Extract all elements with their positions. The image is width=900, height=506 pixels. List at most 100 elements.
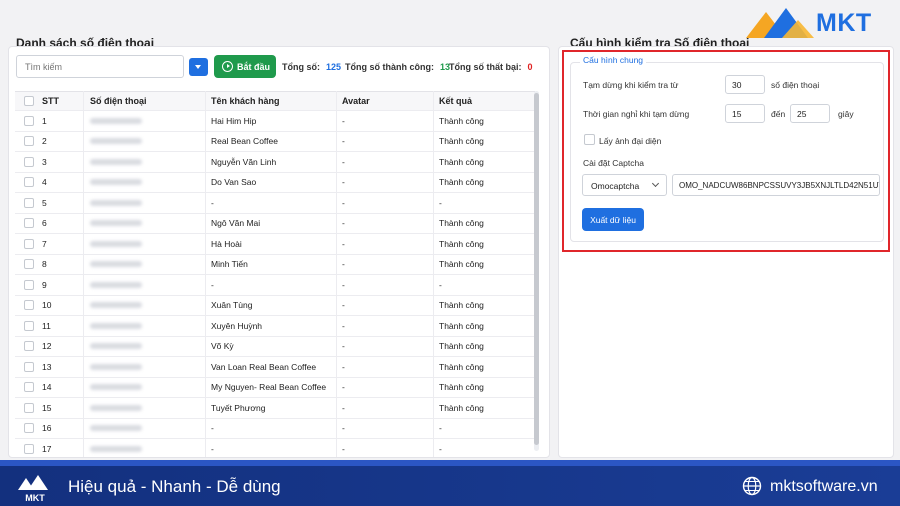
row-result: Thành công [439, 382, 484, 393]
table-row[interactable]: 7 Hà Hoài - Thành công [15, 234, 535, 255]
row-stt: 1 [42, 115, 47, 126]
row-phone-redacted [90, 157, 142, 167]
row-avatar: - [342, 341, 345, 352]
row-stt: 6 [42, 218, 47, 229]
table-row[interactable]: 2 Real Bean Coffee - Thành công [15, 132, 535, 152]
stat-fail: Tổng số thất bại: 0 [449, 62, 533, 72]
row-checkbox[interactable] [24, 259, 34, 270]
stat-total: Tổng số: 125 [282, 62, 342, 72]
row-checkbox[interactable] [24, 320, 34, 331]
footer-website[interactable]: mktsoftware.vn [770, 478, 878, 496]
row-customer: Võ Kỳ [211, 341, 234, 352]
row-customer: Do Van Sao [211, 177, 257, 188]
row-stt: 14 [42, 382, 52, 393]
row-result: Thành công [439, 320, 484, 331]
row-customer: Van Loan Real Bean Coffee [211, 361, 317, 372]
row-avatar: - [342, 300, 345, 311]
row-stt: 9 [42, 279, 47, 290]
table-row[interactable]: 15 Tuyết Phương - Thành công [15, 398, 535, 419]
row-result: Thành công [439, 361, 484, 372]
row-checkbox[interactable] [24, 115, 34, 126]
table-row[interactable]: 4 Do Van Sao - Thành công [15, 173, 535, 193]
table-row[interactable]: 3 Nguyễn Văn Linh - Thành công [15, 152, 535, 173]
row-result: - [439, 197, 442, 208]
row-result: Thành công [439, 177, 484, 188]
row-avatar: - [342, 402, 345, 413]
row-checkbox[interactable] [24, 238, 34, 249]
row-checkbox[interactable] [24, 402, 34, 413]
table-row[interactable]: 13 Van Loan Real Bean Coffee - Thành công [15, 357, 535, 378]
select-all-checkbox[interactable] [24, 96, 34, 106]
search-input[interactable] [16, 55, 184, 78]
row-phone-redacted [90, 341, 142, 351]
row-avatar: - [342, 177, 345, 188]
row-result: Thành công [439, 402, 484, 413]
row-customer: - [211, 197, 214, 208]
table-row[interactable]: 5 - - - [15, 193, 535, 214]
row-phone-redacted [90, 116, 142, 126]
row-phone-redacted [90, 362, 142, 372]
row-checkbox[interactable] [24, 197, 34, 208]
phone-list-panel: Bắt đầu Tổng số:125 Tổng số thành công:1… [8, 46, 550, 458]
column-divider [83, 91, 84, 457]
table-row[interactable]: 14 My Nguyen- Real Bean Coffee - Thành công [15, 378, 535, 398]
table-scrollbar[interactable] [534, 91, 539, 451]
highlight-box [562, 50, 890, 252]
phone-table: STT Số điện thoại Tên khách hàng Avatar … [15, 91, 535, 457]
row-stt: 16 [42, 423, 52, 434]
table-row[interactable]: 10 Xuân Tùng - Thành công [15, 296, 535, 316]
row-result: Thành công [439, 341, 484, 352]
row-customer: My Nguyen- Real Bean Coffee [211, 382, 327, 393]
row-phone-redacted [90, 259, 142, 269]
row-avatar: - [342, 238, 345, 249]
row-customer: Hai Him Hip [211, 115, 257, 126]
row-checkbox[interactable] [24, 136, 34, 147]
table-row[interactable]: 1 Hai Him Hip - Thành công [15, 111, 535, 132]
row-result: - [439, 279, 442, 290]
row-checkbox[interactable] [24, 300, 34, 311]
chevron-down-icon [195, 65, 201, 69]
table-row[interactable]: 6 Ngô Văn Mai - Thành công [15, 214, 535, 234]
row-checkbox[interactable] [24, 341, 34, 352]
row-checkbox[interactable] [24, 423, 34, 434]
row-checkbox[interactable] [24, 443, 34, 454]
table-row[interactable]: 16 - - - [15, 419, 535, 439]
row-result: Thành công [439, 238, 484, 249]
row-stt: 11 [42, 320, 51, 331]
table-row[interactable]: 17 - - - [15, 439, 535, 457]
col-phone: Số điện thoại [90, 96, 147, 106]
filter-dropdown-button[interactable] [189, 58, 208, 76]
table-row[interactable]: 9 - - - [15, 275, 535, 296]
start-button[interactable]: Bắt đầu [214, 55, 276, 78]
row-customer: Nguyễn Văn Linh [211, 156, 277, 167]
row-customer: Hà Hoài [211, 238, 242, 249]
row-avatar: - [342, 382, 345, 393]
row-checkbox[interactable] [24, 177, 34, 188]
row-checkbox[interactable] [24, 218, 34, 229]
table-row[interactable]: 12 Võ Kỳ - Thành công [15, 337, 535, 357]
row-stt: 7 [42, 238, 47, 249]
row-checkbox[interactable] [24, 382, 34, 393]
row-result: Thành công [439, 300, 484, 311]
row-phone-redacted [90, 239, 142, 249]
footer-slogan: Hiệu quả - Nhanh - Dễ dùng [68, 477, 281, 496]
row-avatar: - [342, 279, 345, 290]
row-checkbox[interactable] [24, 361, 34, 372]
scrollbar-thumb[interactable] [534, 93, 539, 445]
row-customer: Tuyết Phương [211, 402, 266, 413]
table-row[interactable]: 8 Minh Tiến - Thành công [15, 255, 535, 275]
row-stt: 15 [42, 402, 52, 413]
row-phone-redacted [90, 136, 142, 146]
row-phone-redacted [90, 423, 142, 433]
row-stt: 13 [42, 361, 52, 372]
row-avatar: - [342, 115, 345, 126]
col-customer: Tên khách hàng [211, 96, 280, 106]
row-checkbox[interactable] [24, 156, 34, 167]
row-avatar: - [342, 197, 345, 208]
table-row[interactable]: 11 Xuyên Huỳnh - Thành công [15, 316, 535, 337]
start-button-label: Bắt đầu [237, 61, 271, 72]
row-customer: Ngô Văn Mai [211, 218, 261, 229]
row-checkbox[interactable] [24, 279, 34, 290]
row-customer: - [211, 279, 214, 290]
col-stt: STT [42, 96, 59, 106]
